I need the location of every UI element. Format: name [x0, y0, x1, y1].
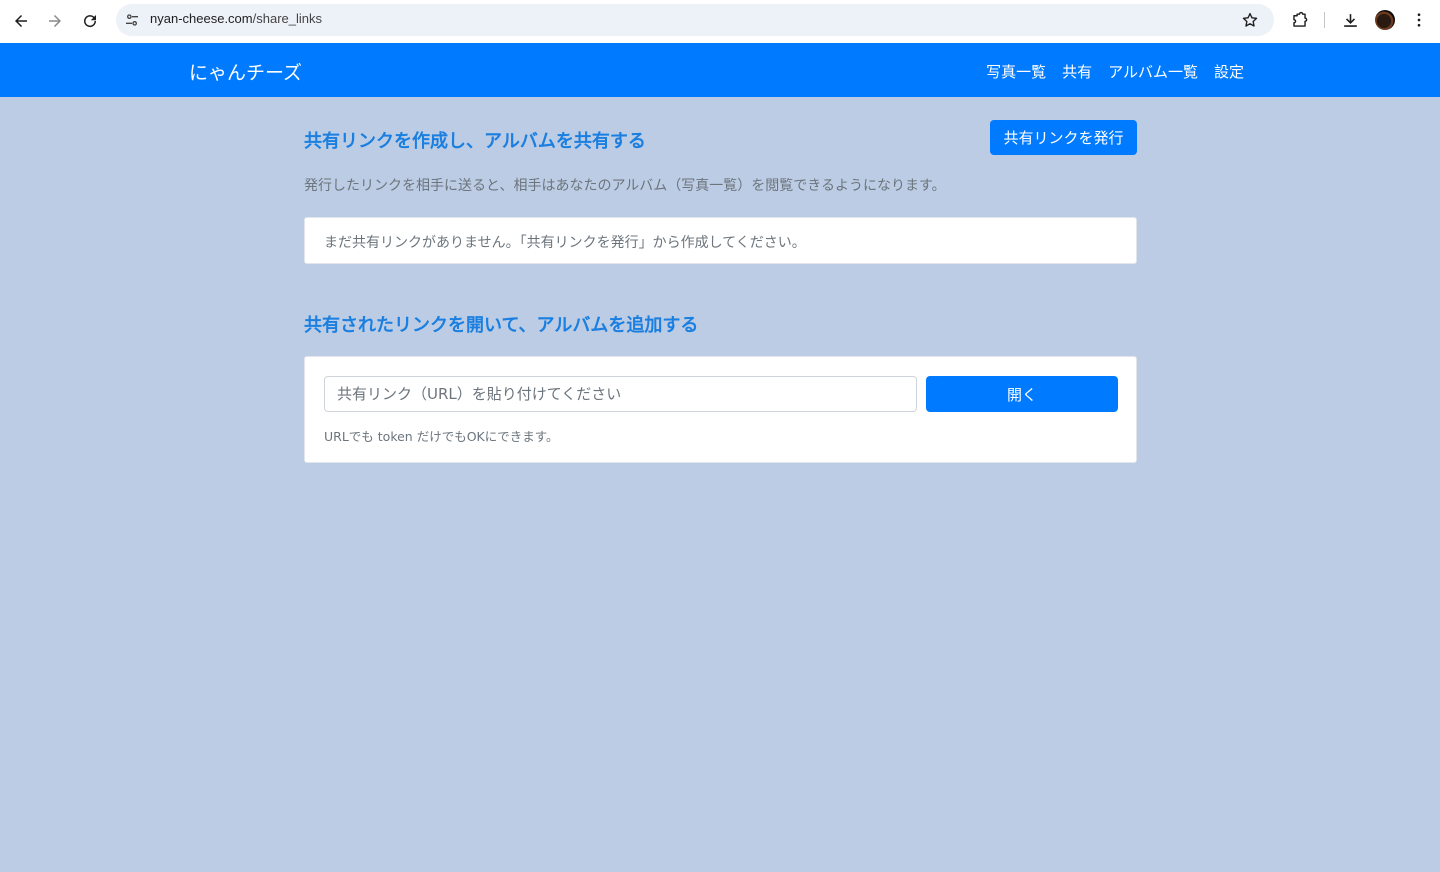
star-icon[interactable]: [1240, 10, 1260, 30]
url-path: /share_links: [252, 11, 322, 26]
share-url-help-text: URLでも token だけでもOKにできます。: [324, 429, 559, 444]
nav-link-settings[interactable]: 設定: [1214, 61, 1244, 82]
brand-logo[interactable]: にゃんチーズ: [189, 58, 302, 85]
nav-links: 写真一覧 共有 アルバム一覧 設定: [986, 61, 1244, 82]
open-shared-link-card: 開く URLでも token だけでもOKにできます。: [304, 356, 1137, 463]
puzzle-icon[interactable]: [1288, 9, 1310, 31]
url-host: nyan-cheese.com: [150, 11, 253, 26]
url-text[interactable]: nyan-cheese.com/share_links: [150, 11, 322, 26]
share-links-empty-card: まだ共有リンクがありません。「共有リンクを発行」から作成してください。: [304, 217, 1137, 264]
toolbar-divider: [1324, 12, 1325, 28]
share-url-input[interactable]: [324, 376, 917, 412]
empty-state-message: まだ共有リンクがありません。「共有リンクを発行」から作成してください。: [324, 235, 806, 251]
nav-link-photos[interactable]: 写真一覧: [986, 61, 1046, 82]
nav-link-share[interactable]: 共有: [1062, 61, 1092, 82]
tune-icon[interactable]: [122, 10, 142, 30]
create-share-link-description: 発行したリンクを相手に送ると、相手はあなたのアルバム（写真一覧）を閲覧できるよう…: [304, 178, 946, 194]
back-arrow-icon[interactable]: [8, 8, 34, 34]
browser-toolbar: nyan-cheese.com/share_links: [0, 0, 1440, 43]
nav-link-albums[interactable]: アルバム一覧: [1108, 61, 1198, 82]
download-icon[interactable]: [1339, 9, 1361, 31]
open-shared-link-heading: 共有されたリンクを開いて、アルバムを追加する: [304, 315, 699, 336]
profile-avatar[interactable]: [1375, 10, 1395, 30]
app-navbar: にゃんチーズ 写真一覧 共有 アルバム一覧 設定: [0, 43, 1440, 97]
address-bar[interactable]: nyan-cheese.com/share_links: [116, 4, 1274, 36]
forward-arrow-icon[interactable]: [42, 8, 68, 34]
issue-share-link-button[interactable]: 共有リンクを発行: [990, 120, 1137, 155]
reload-icon[interactable]: [77, 8, 103, 34]
create-share-link-heading: 共有リンクを作成し、アルバムを共有する: [304, 131, 646, 152]
more-vert-icon[interactable]: [1408, 9, 1430, 31]
open-link-button[interactable]: 開く: [926, 376, 1118, 412]
